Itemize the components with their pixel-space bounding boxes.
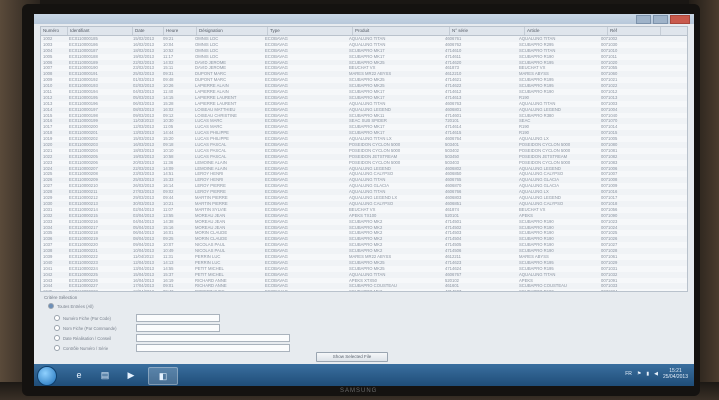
option-fiche-code[interactable]: Numéro Fiche (Par Code) [54, 315, 111, 321]
monitor-brand: SAMSUNG [340, 388, 378, 394]
media-player-icon[interactable]: ▶ [120, 367, 142, 383]
option-date[interactable]: Date Réalisation / Conseil [54, 335, 111, 341]
fiche-commande-field[interactable] [136, 324, 220, 332]
column-header[interactable]: Heure [164, 27, 197, 35]
option-fiche-commande-label: Nom Fiche (Par Commande) [63, 325, 117, 331]
system-tray: FR ⚑ ▮ ◀ 15:21 25/04/2013 [625, 368, 688, 380]
app-window: Numéro Identifiant Date Heure Désignation Typ… [34, 14, 694, 364]
column-header[interactable]: Type [268, 27, 353, 35]
option-fiche-commande[interactable]: Nom Fiche (Par Commande) [54, 325, 117, 331]
date-field[interactable] [136, 334, 290, 342]
radio-all[interactable] [48, 303, 54, 309]
option-all[interactable]: Toutes Entrées (All) [48, 303, 94, 309]
window-titlebar [34, 14, 694, 24]
option-all-label: Toutes Entrées (All) [57, 303, 94, 309]
show-selected-file-button[interactable]: Show Selected File [316, 352, 388, 362]
column-header[interactable]: Article [525, 27, 608, 35]
records-list[interactable]: Numéro Identifiant Date Heure Désignation Typ… [40, 26, 688, 292]
column-header[interactable]: Identifiant [68, 27, 133, 35]
column-header[interactable]: Numéro [41, 27, 68, 35]
start-button[interactable] [37, 366, 57, 386]
column-header[interactable]: Produit [353, 27, 450, 35]
column-header[interactable]: Désignation [197, 27, 268, 35]
minimize-button[interactable] [636, 15, 651, 24]
radio-serie[interactable] [54, 345, 60, 351]
volume-icon[interactable]: ◀ [654, 371, 658, 377]
column-header[interactable]: N° série [450, 27, 525, 35]
screen: Numéro Identifiant Date Heure Désignation Typ… [34, 14, 694, 386]
ie-icon[interactable]: e [68, 367, 90, 383]
option-serie[interactable]: Contrôle Numéro / Série [54, 345, 108, 351]
serie-field[interactable] [136, 344, 290, 352]
taskbar: e ▤ ▶ ◧ FR ⚑ ▮ ◀ 15:21 25/04/2013 [34, 364, 694, 386]
fiche-code-field[interactable] [136, 314, 220, 322]
flag-icon[interactable]: ⚑ [637, 371, 641, 377]
selection-panel: Critère Sélection Toutes Entrées (All) N… [40, 292, 686, 362]
option-date-label: Date Réalisation / Conseil [63, 335, 112, 341]
network-icon[interactable]: ▮ [646, 371, 649, 377]
selection-group-label: Critère Sélection [44, 295, 78, 300]
column-header[interactable]: Réf [608, 27, 661, 35]
language-indicator[interactable]: FR [625, 371, 632, 377]
clock[interactable]: 15:21 25/04/2013 [663, 368, 688, 380]
list-header: Numéro Identifiant Date Heure Désignation Typ… [41, 27, 687, 36]
option-fiche-code-label: Numéro Fiche (Par Code) [63, 315, 111, 321]
app-taskbar-icon[interactable]: ◧ [148, 367, 178, 385]
list-rows: 1002 EC0110000185 15/02/2013 09:21 OMNIS LDC… [41, 36, 687, 291]
radio-date[interactable] [54, 335, 60, 341]
column-header[interactable]: Date [133, 27, 164, 35]
option-serie-label: Contrôle Numéro / Série [63, 345, 109, 351]
close-button[interactable] [670, 15, 690, 24]
radio-fiche-code[interactable] [54, 315, 60, 321]
explorer-icon[interactable]: ▤ [94, 367, 116, 383]
radio-fiche-commande[interactable] [54, 325, 60, 331]
maximize-button[interactable] [653, 15, 668, 24]
window-controls [636, 15, 690, 24]
clock-date: 25/04/2013 [662, 374, 688, 380]
